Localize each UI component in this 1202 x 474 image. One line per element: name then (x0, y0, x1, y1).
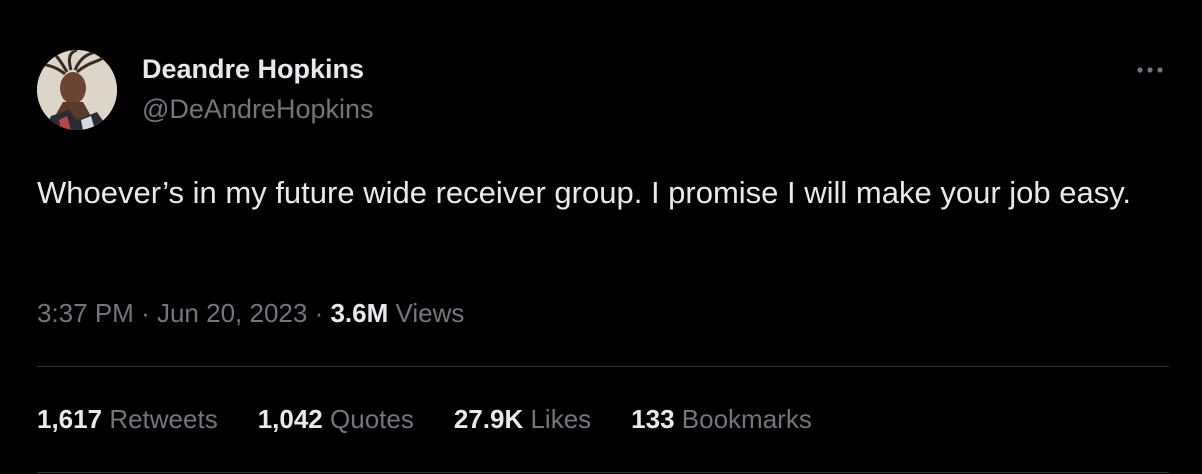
quotes-stat[interactable]: 1,042 Quotes (258, 404, 414, 435)
divider (37, 366, 1169, 367)
avatar-image (37, 50, 117, 130)
author-handle[interactable]: @DeAndreHopkins (142, 94, 374, 125)
avatar[interactable] (37, 50, 117, 130)
tweet-card: Deandre Hopkins @DeAndreHopkins Whoever’… (0, 0, 1202, 474)
retweets-stat[interactable]: 1,617 Retweets (37, 404, 218, 435)
tweet-time[interactable]: 3:37 PM (37, 298, 134, 328)
likes-count: 27.9K (453, 404, 524, 434)
quotes-label: Quotes (330, 404, 414, 434)
likes-label: Likes (530, 404, 592, 434)
bookmarks-label: Bookmarks (681, 404, 812, 434)
more-options-button[interactable] (1132, 57, 1168, 83)
more-horizontal-icon (1137, 67, 1163, 73)
likes-stat[interactable]: 27.9K Likes (454, 404, 591, 435)
retweets-count: 1,617 (37, 404, 103, 434)
meta-separator: · (141, 298, 150, 328)
retweets-label: Retweets (109, 404, 218, 434)
bottom-divider (37, 472, 1169, 473)
bookmarks-count: 133 (631, 404, 675, 434)
tweet-date[interactable]: Jun 20, 2023 (157, 298, 307, 328)
views-label[interactable]: Views (396, 298, 465, 328)
quotes-count: 1,042 (257, 404, 323, 434)
engagement-stats: 1,617 Retweets 1,042 Quotes 27.9K Likes … (37, 404, 852, 435)
meta-separator: · (314, 298, 324, 328)
bookmarks-stat[interactable]: 133 Bookmarks (631, 404, 812, 435)
tweet-text: Whoever’s in my future wide receiver gro… (37, 175, 1132, 210)
tweet-meta: 3:37 PM · Jun 20, 2023 · 3.6M Views (37, 298, 464, 329)
views-count[interactable]: 3.6M (330, 298, 388, 328)
author-display-name[interactable]: Deandre Hopkins (142, 54, 364, 85)
